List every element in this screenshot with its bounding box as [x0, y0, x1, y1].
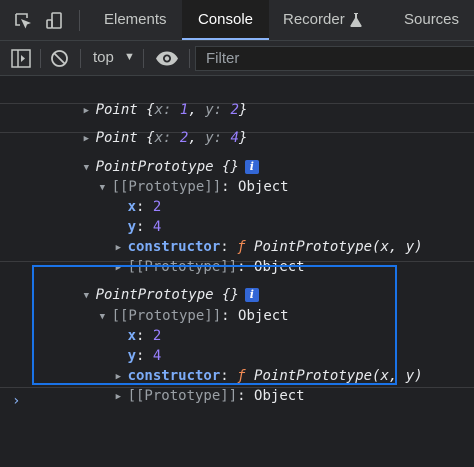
- devtools-tab-bar: Elements Console Recorder Sources: [0, 0, 474, 41]
- log-line-point-2[interactable]: ▶ Point {x: 2, y: 4}: [33, 108, 248, 146]
- dropdown-arrow-icon: ▼: [124, 51, 135, 63]
- tab-elements-label: Elements: [104, 11, 167, 28]
- filter-input[interactable]: Filter: [195, 46, 474, 71]
- prototype-label: [[Prototype]]: [127, 388, 238, 404]
- console-toolbar: top ▼ Filter: [0, 41, 474, 76]
- toolbar-divider: [80, 49, 81, 68]
- tab-recorder[interactable]: Recorder: [270, 0, 390, 40]
- toolbar-divider: [143, 49, 144, 68]
- tab-console-label: Console: [197, 11, 254, 28]
- constructor-row[interactable]: ▶ constructor: ƒ PointPrototype(x, y): [65, 217, 423, 255]
- toolbar-divider: [40, 49, 41, 68]
- eye-icon[interactable]: [155, 51, 179, 66]
- highlight-box: [32, 265, 397, 385]
- property-row-x: x: 2: [77, 177, 162, 215]
- prototype-value: Object: [254, 388, 305, 404]
- object-header[interactable]: ▼ PointPrototype {} i: [33, 137, 259, 175]
- disclosure-triangle-icon: ▶: [115, 392, 121, 402]
- prompt-chevron-icon[interactable]: ›: [12, 393, 20, 409]
- tab-sources[interactable]: Sources: [392, 0, 474, 40]
- flask-icon: [350, 13, 362, 27]
- tab-sources-label: Sources: [404, 11, 460, 28]
- tab-recorder-label: Recorder: [283, 11, 345, 28]
- sidebar-toggle-icon[interactable]: [11, 49, 31, 68]
- filter-placeholder: Filter: [206, 50, 240, 67]
- console-message: ▶ Point {x: 2, y: 4}: [0, 104, 474, 146]
- colon: :: [237, 388, 246, 404]
- context-selector[interactable]: top ▼: [84, 41, 140, 76]
- console-message: ▶ Point {x: 1, y: 2}: [0, 76, 474, 118]
- prototype-row[interactable]: ▶ [[Prototype]]: Object: [65, 237, 305, 275]
- prototype-value: Object: [238, 179, 289, 195]
- device-toolbar-icon[interactable]: [45, 11, 65, 31]
- toolbar-divider: [189, 49, 190, 68]
- console-message: ▼ PointPrototype {} i ▼ [[Prototype]]: Obje…: [0, 133, 474, 275]
- property-row-y: y: 4: [77, 197, 162, 235]
- tab-console[interactable]: Console: [182, 0, 269, 40]
- prototype-row[interactable]: ▼ [[Prototype]]: Object: [49, 157, 289, 195]
- tab-divider: [79, 10, 80, 31]
- log-line-point-1[interactable]: ▶ Point {x: 1, y: 2}: [33, 80, 248, 118]
- inspect-element-icon[interactable]: [13, 11, 33, 31]
- context-label: top: [93, 49, 114, 66]
- colon: :: [221, 179, 230, 195]
- console-output: ▶ Point {x: 1, y: 2} ▶ Point {x: 2, y: 4} …: [0, 76, 474, 467]
- clear-console-icon[interactable]: [50, 49, 69, 68]
- tab-elements[interactable]: Elements: [90, 0, 178, 40]
